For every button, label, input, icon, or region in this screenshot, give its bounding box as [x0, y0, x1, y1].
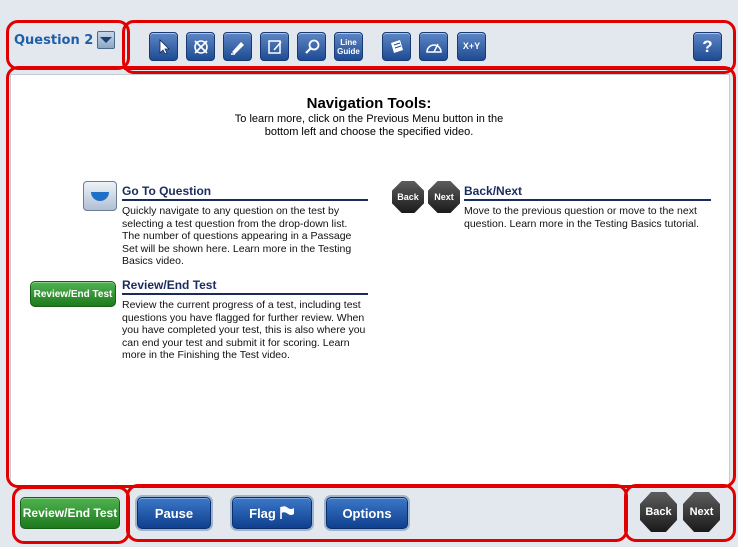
- cross-out-icon: [193, 39, 208, 54]
- options-button[interactable]: Options: [326, 497, 408, 529]
- notepad-tool-button[interactable]: [260, 32, 289, 61]
- question-selector-label: Question 2: [14, 32, 94, 48]
- go-to-question-section: Go To Question Quickly navigate to any q…: [122, 184, 368, 268]
- review-end-test-icon: Review/End Test: [30, 281, 116, 307]
- magnifier-tool-button[interactable]: [297, 32, 326, 61]
- back-next-heading: Back/Next: [464, 184, 711, 201]
- back-next-icons: Back Next: [392, 181, 460, 213]
- line-guide-label-1: Line: [340, 37, 357, 47]
- flag-button[interactable]: Flag: [232, 497, 312, 529]
- page-subtitle: To learn more, click on the Previous Men…: [234, 113, 504, 138]
- review-end-section: Review/End Test Review the current progr…: [122, 278, 368, 362]
- help-button[interactable]: ?: [693, 32, 722, 61]
- review-end-test-button[interactable]: Review/End Test: [20, 497, 120, 529]
- magnifier-icon: [304, 39, 319, 54]
- highlighter-icon: [230, 41, 244, 55]
- page-title: Navigation Tools:: [306, 95, 432, 112]
- go-to-question-description: Quickly navigate to any question on the …: [122, 205, 352, 267]
- back-next-description: Move to the previous question or move to…: [464, 205, 700, 230]
- cross-out-tool-button[interactable]: [186, 32, 215, 61]
- back-next-section: Back/Next Move to the previous question …: [464, 184, 711, 230]
- question-selector[interactable]: Question 2: [14, 31, 116, 49]
- review-end-heading: Review/End Test: [122, 278, 368, 295]
- pointer-tool-button[interactable]: [149, 32, 178, 61]
- line-guide-label-2: Guide: [337, 46, 360, 56]
- toolbar-divider: [124, 67, 730, 70]
- protractor-tool-button[interactable]: [419, 32, 448, 61]
- pause-button[interactable]: Pause: [137, 497, 211, 529]
- next-icon: Next: [428, 181, 460, 213]
- line-guide-tool-button[interactable]: Line Guide: [334, 32, 363, 61]
- scratch-paper-tool-button[interactable]: [382, 32, 411, 61]
- flag-button-label: Flag: [249, 505, 276, 521]
- go-to-question-heading: Go To Question: [122, 184, 368, 201]
- review-end-description: Review the current progress of a test, i…: [122, 299, 366, 361]
- scratch-paper-icon: [390, 39, 403, 53]
- formula-tool-button[interactable]: X+Y: [457, 32, 486, 61]
- notepad-icon: [267, 39, 282, 54]
- chevron-down-icon[interactable]: [97, 31, 116, 49]
- formula-icon: X+Y: [462, 41, 481, 51]
- go-to-question-dropdown-icon: [83, 181, 117, 211]
- pointer-icon: [159, 38, 170, 55]
- back-icon: Back: [392, 181, 424, 213]
- help-icon: ?: [702, 37, 713, 56]
- flag-icon: [280, 506, 294, 519]
- highlighter-tool-button[interactable]: [223, 32, 252, 61]
- line-guide-icon: Line Guide: [337, 38, 360, 56]
- protractor-icon: [425, 43, 442, 53]
